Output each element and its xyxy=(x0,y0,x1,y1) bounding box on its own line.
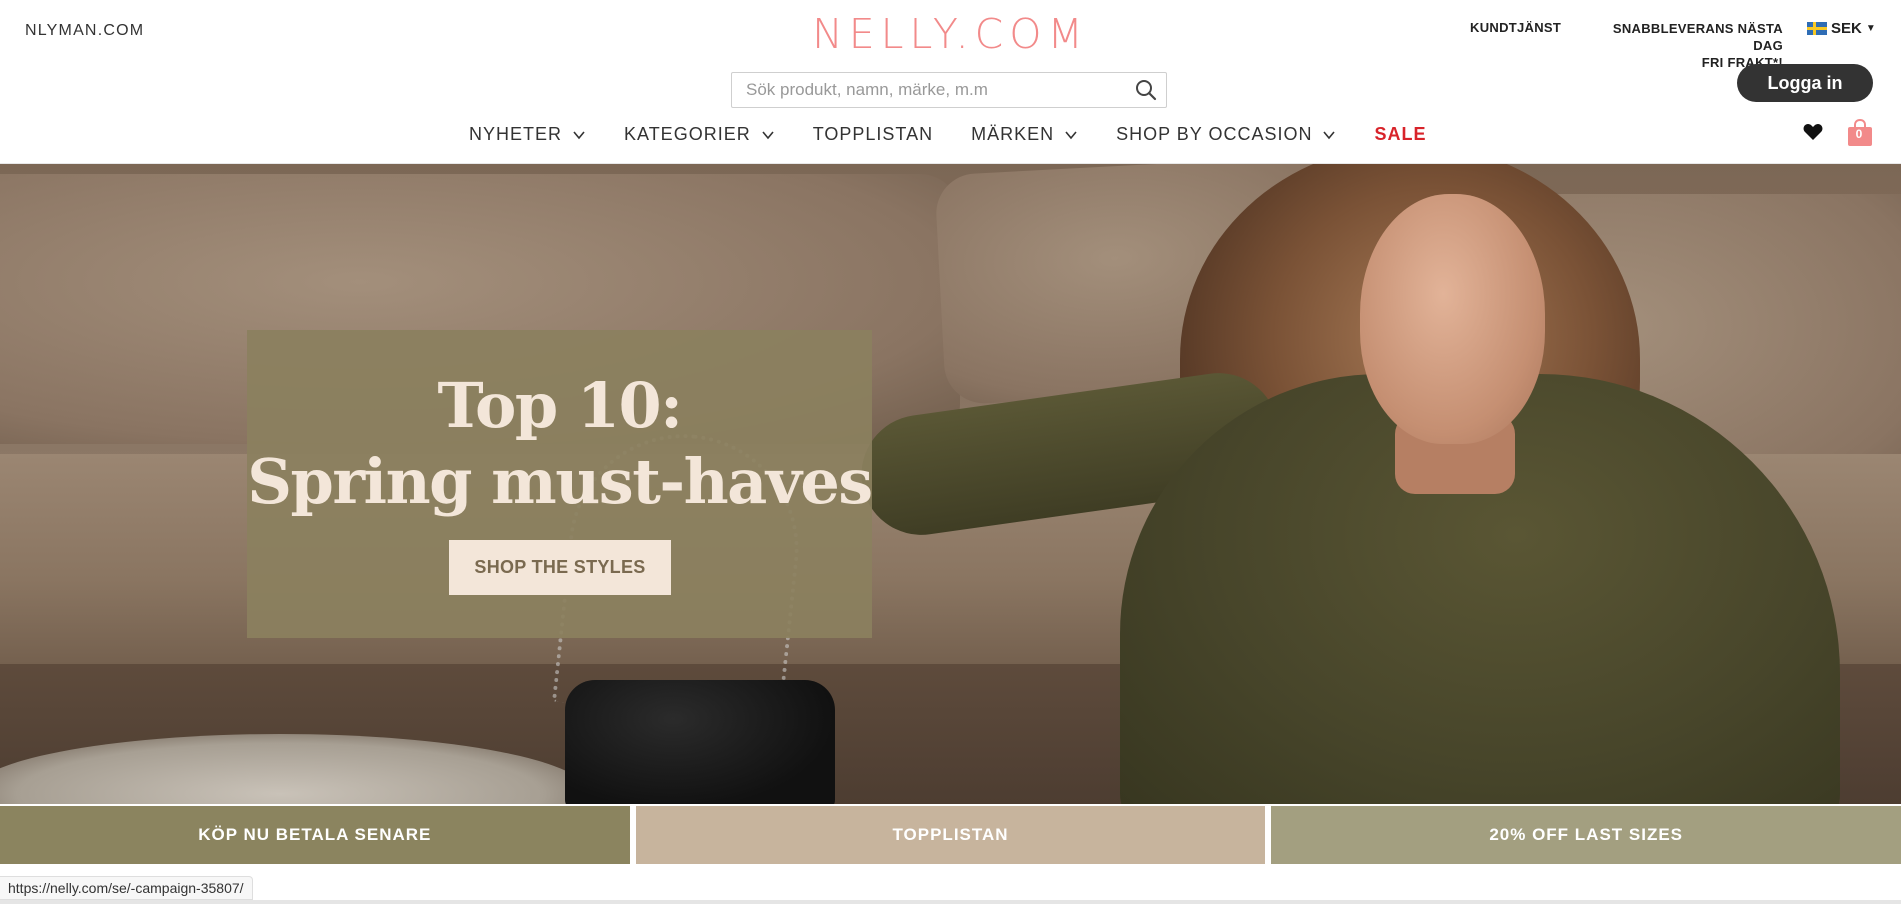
search-input[interactable] xyxy=(732,73,1126,107)
hero-banner[interactable]: Top 10: Spring must-haves SHOP THE STYLE… xyxy=(0,164,1901,804)
promo-title-line1: Top 10: xyxy=(437,369,683,442)
promo-box: Top 10: Spring must-haves SHOP THE STYLE… xyxy=(247,330,873,638)
currency-selector[interactable]: SEK ▼ xyxy=(1807,20,1876,37)
shop-the-styles-button[interactable]: SHOP THE STYLES xyxy=(449,540,671,595)
chevron-down-icon xyxy=(761,128,775,142)
shopping-bag-icon[interactable]: 0 xyxy=(1847,118,1873,152)
nav-item-label: KATEGORIER xyxy=(624,124,751,144)
promo-title-line2: Spring must-haves xyxy=(247,445,873,518)
customer-service-link[interactable]: KUNDTJÄNST xyxy=(1470,20,1561,35)
nav-item-label: NYHETER xyxy=(469,124,563,144)
promo-title: Top 10: Spring must-haves xyxy=(247,368,873,520)
tile-topplistan[interactable]: TOPPLISTAN xyxy=(635,806,1266,864)
nav-item-marken[interactable]: MÄRKEN xyxy=(952,120,1097,149)
site-header: NLYMAN.COM NELLY.COM KUNDTJÄNST SNABBLEV… xyxy=(0,0,1901,164)
nav-item-sale[interactable]: SALE xyxy=(1355,120,1445,149)
nav-item-label: MÄRKEN xyxy=(971,124,1055,144)
sweden-flag-icon xyxy=(1807,22,1827,35)
nav-item-label: SALE xyxy=(1374,124,1427,144)
campaign-tiles: KÖP NU BETALA SENARE TOPPLISTAN 20% OFF … xyxy=(0,806,1901,864)
search-bar xyxy=(731,72,1167,108)
nav-item-topplistan[interactable]: TOPPLISTAN xyxy=(794,120,952,149)
hero-photo-model-face xyxy=(1360,194,1545,444)
login-button[interactable]: Logga in xyxy=(1737,64,1873,102)
delivery-info-line1: SNABBLEVERANS NÄSTA DAG xyxy=(1612,21,1783,53)
nav-item-label: SHOP BY OCCASION xyxy=(1116,124,1313,144)
nav-item-shop-by-occasion[interactable]: SHOP BY OCCASION xyxy=(1097,120,1355,149)
nav-item-kategorier[interactable]: KATEGORIER xyxy=(605,120,794,149)
hero-photo-handbag xyxy=(565,680,835,804)
browser-status-url: https://nelly.com/se/-campaign-35807/ xyxy=(0,876,253,900)
tile-20-off-last-sizes[interactable]: 20% OFF LAST SIZES xyxy=(1271,806,1901,864)
tile-kop-nu-betala-senare[interactable]: KÖP NU BETALA SENARE xyxy=(0,806,630,864)
currency-label: SEK xyxy=(1831,20,1862,37)
heart-icon[interactable] xyxy=(1803,123,1823,146)
nav-item-nyheter[interactable]: NYHETER xyxy=(450,120,605,149)
nav-item-label: TOPPLISTAN xyxy=(812,124,934,144)
chevron-down-icon xyxy=(1322,128,1336,142)
search-icon[interactable] xyxy=(1126,73,1166,107)
main-nav: NYHETER KATEGORIER TOPPLISTAN MÄRKEN SHO… xyxy=(450,120,1446,149)
caret-down-icon: ▼ xyxy=(1865,23,1876,34)
bag-count: 0 xyxy=(1855,127,1863,141)
nelly-logo[interactable]: NELLY.COM xyxy=(812,10,1089,58)
page-bottom-divider xyxy=(0,900,1901,904)
chevron-down-icon xyxy=(1064,128,1078,142)
nlyman-link[interactable]: NLYMAN.COM xyxy=(25,22,144,40)
chevron-down-icon xyxy=(572,128,586,142)
